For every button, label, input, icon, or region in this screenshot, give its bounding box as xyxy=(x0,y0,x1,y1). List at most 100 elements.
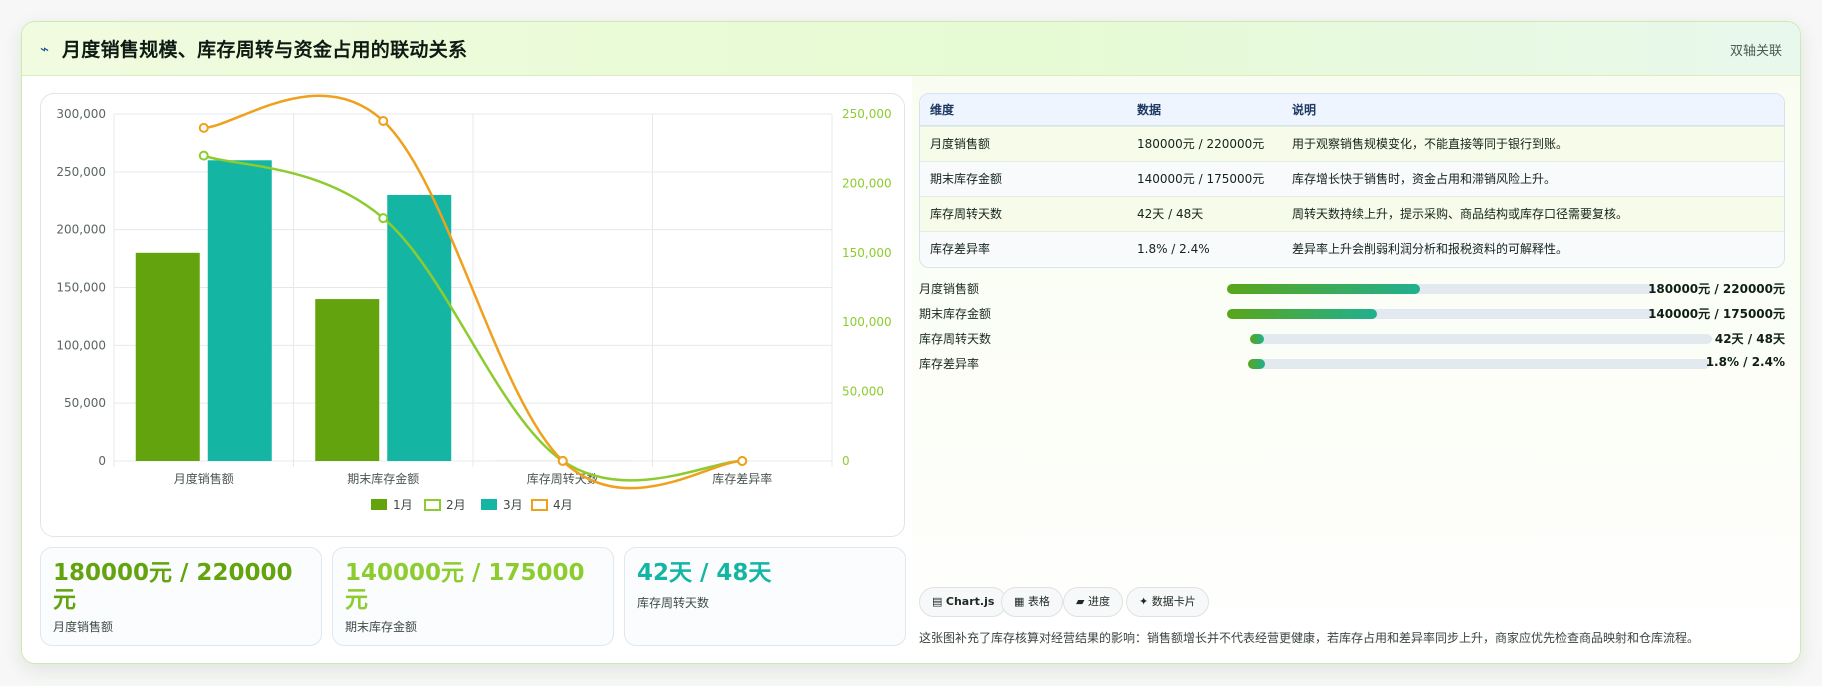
legend-swatch xyxy=(424,499,441,511)
table-cell: 42天 / 48天 xyxy=(1137,207,1204,221)
progress-track xyxy=(1227,284,1655,294)
stat-value: 140000元 / 175000元 xyxy=(345,560,585,613)
line-point xyxy=(198,150,209,161)
progress-value: 140000元 / 175000元 xyxy=(1648,307,1785,321)
y-right-tick-label: 250,000 xyxy=(842,107,892,121)
table-cell: 库存周转天数 xyxy=(930,207,1003,221)
x-tick-label: 库存差异率 xyxy=(712,471,772,486)
progress-value: 1.8% / 2.4% xyxy=(1705,355,1785,369)
line-point xyxy=(378,213,389,224)
table-cell: 差异率上升会削弱利润分析和报税资料的可解释性。 xyxy=(1292,242,1569,256)
table-cell: 用于观察销售规模变化，不能直接等同于银行到账。 xyxy=(1292,137,1569,151)
legend-label: 1月 xyxy=(393,498,413,512)
table-cell: 180000元 / 220000元 xyxy=(1137,137,1265,151)
progress-label: 月度销售额 xyxy=(919,282,980,296)
progress-value: 180000元 / 220000元 xyxy=(1648,282,1785,296)
legend-label: 4月 xyxy=(553,498,573,512)
table-cell: 1.8% / 2.4% xyxy=(1137,242,1210,256)
progress-fill xyxy=(1227,309,1377,319)
stat-label: 月度销售额 xyxy=(53,620,114,634)
y-left-tick-label: 200,000 xyxy=(56,223,106,237)
line-point xyxy=(557,455,568,466)
chip-chartjs[interactable]: ▤ Chart.js xyxy=(919,587,1008,617)
stat-value: 42天 / 48天 xyxy=(637,560,772,586)
chip-label: 数据卡片 xyxy=(1151,595,1196,608)
page-title: 月度销售规模、库存周转与资金占用的联动关系 xyxy=(62,39,468,61)
y-right-tick-label: 150,000 xyxy=(842,246,892,260)
legend-swatch xyxy=(531,499,548,511)
progress-track xyxy=(1250,334,1712,344)
chart-panel: 0 50,000 100,000 150,000 200,000 250,000 300,0… xyxy=(40,93,905,537)
progress-fill xyxy=(1227,284,1420,294)
line-point xyxy=(737,455,748,466)
card-header: ⌁ 月度销售规模、库存周转与资金占用的联动关系 双轴关联 xyxy=(22,22,1800,76)
table-cell: 月度销售额 xyxy=(930,137,991,151)
table-icon: ▦ xyxy=(1014,595,1025,608)
legend-label: 2月 xyxy=(446,498,466,512)
table-cell: 140000元 / 175000元 xyxy=(1137,172,1265,186)
table-header-cell: 说明 xyxy=(1292,103,1317,117)
y-right-tick-label: 50,000 xyxy=(842,385,884,399)
stat-card-turnover: 42天 / 48天 库存周转天数 xyxy=(624,547,906,646)
y-right-tick-label: 200,000 xyxy=(842,176,892,190)
stat-label: 库存周转天数 xyxy=(637,596,710,610)
progress-fill xyxy=(1248,359,1266,369)
y-right-tick-label: 0 xyxy=(842,454,850,468)
progress-icon: ▰ xyxy=(1076,595,1085,608)
y-right-tick-label: 100,000 xyxy=(842,315,892,329)
progress-label: 库存差异率 xyxy=(919,357,980,371)
table-header-row: 维度 数据 说明 xyxy=(920,94,1784,126)
y-left-tick-label: 100,000 xyxy=(56,338,106,352)
bar xyxy=(315,299,380,461)
bar xyxy=(135,252,200,461)
dashboard-card: ⌁ 月度销售规模、库存周转与资金占用的联动关系 双轴关联 0 50,000 100,… xyxy=(21,21,1801,664)
y-left-tick-label: 300,000 xyxy=(56,107,106,121)
progress-track xyxy=(1248,359,1710,369)
progress-row: 库存差异率 1.8% / 2.4% xyxy=(919,353,1785,373)
card-icon: ✦ xyxy=(1139,595,1149,608)
chip-label: 表格 xyxy=(1027,595,1050,608)
y-left-tick-label: 250,000 xyxy=(56,165,106,179)
y-left-tick-label: 50,000 xyxy=(64,396,106,410)
chip-data-card[interactable]: ✦ 数据卡片 xyxy=(1126,587,1209,617)
progress-label: 期末库存金额 xyxy=(919,307,992,321)
stat-card-sales: 180000元 / 220000元 月度销售额 xyxy=(40,547,322,646)
y-left-tick-label: 0 xyxy=(98,454,106,468)
progress-track xyxy=(1227,309,1655,319)
x-tick-label: 期末库存金额 xyxy=(347,471,419,486)
bar xyxy=(207,160,272,461)
stat-card-inventory: 140000元 / 175000元 期末库存金额 xyxy=(332,547,614,646)
stat-label: 期末库存金额 xyxy=(345,620,418,634)
x-tick-label: 月度销售额 xyxy=(174,471,234,486)
y-left-tick-label: 150,000 xyxy=(56,281,106,295)
table-cell: 库存增长快于销售时，资金占用和滞销风险上升。 xyxy=(1292,172,1557,186)
progress-row: 库存周转天数 42天 / 48天 xyxy=(919,328,1785,348)
dual-axis-tag: 双轴关联 xyxy=(1729,44,1782,59)
line-point xyxy=(378,115,389,126)
data-table: 维度 数据 说明 月度销售额 180000元 / 220000元 用于观察销售规… xyxy=(919,93,1785,268)
table-cell: 周转天数持续上升，提示采购、商品结构或库存口径需要复核。 xyxy=(1292,207,1629,221)
table-row: 库存差异率 1.8% / 2.4% 差异率上升会削弱利润分析和报税资料的可解释性… xyxy=(920,231,1784,266)
bar xyxy=(387,194,452,461)
chart-icon: ▤ xyxy=(932,595,943,608)
combo-chart: 0 50,000 100,000 150,000 200,000 250,000 300,0… xyxy=(56,94,892,512)
table-header-cell: 数据 xyxy=(1137,103,1162,117)
chip-table[interactable]: ▦ 表格 xyxy=(1001,587,1063,617)
legend-swatch xyxy=(371,499,387,510)
table-cell: 期末库存金额 xyxy=(930,172,1003,186)
progress-fill xyxy=(1250,334,1264,344)
table-row: 库存周转天数 42天 / 48天 周转天数持续上升，提示采购、商品结构或库存口径… xyxy=(920,196,1784,231)
table-header-cell: 维度 xyxy=(930,103,955,117)
footnote: 这张图补充了库存核算对经营结果的影响：销售额增长并不代表经营更健康，若库存占用和… xyxy=(919,631,1700,645)
chip-progress[interactable]: ▰ 进度 xyxy=(1063,587,1123,617)
stat-value: 180000元 / 220000元 xyxy=(53,560,293,613)
progress-row: 期末库存金额 140000元 / 175000元 xyxy=(919,303,1785,323)
table-row: 月度销售额 180000元 / 220000元 用于观察销售规模变化，不能直接等… xyxy=(920,126,1784,161)
progress-value: 42天 / 48天 xyxy=(1714,332,1785,346)
legend-swatch xyxy=(481,499,497,510)
table-row: 期末库存金额 140000元 / 175000元 库存增长快于销售时，资金占用和… xyxy=(920,161,1784,196)
progress-row: 月度销售额 180000元 / 220000元 xyxy=(919,278,1785,298)
trend-icon: ⌁ xyxy=(40,40,50,58)
chip-label: 进度 xyxy=(1087,595,1110,608)
line-point xyxy=(198,122,209,133)
